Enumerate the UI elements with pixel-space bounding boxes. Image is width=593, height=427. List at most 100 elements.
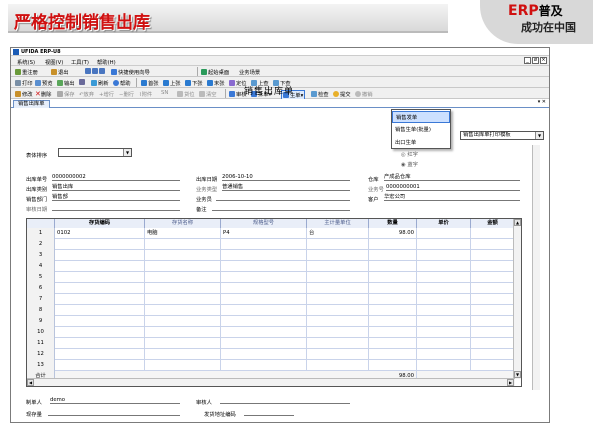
cell-unit[interactable] [307, 338, 369, 349]
biz-type-field[interactable]: 普通销售 [222, 184, 350, 191]
next-record-button[interactable]: 下张 [185, 79, 203, 87]
cell-spec[interactable] [221, 316, 307, 327]
cell-amount[interactable] [471, 327, 515, 338]
cell-name[interactable]: 电脑 [145, 228, 221, 239]
cell-qty[interactable] [369, 338, 417, 349]
last-record-button[interactable]: 末张 [207, 79, 225, 87]
exit-button[interactable]: 退出 [51, 68, 69, 76]
cell-spec[interactable] [221, 338, 307, 349]
red-radio[interactable]: ◎ 红字 [401, 150, 418, 158]
cell-price[interactable] [417, 294, 471, 305]
cell-name[interactable] [145, 294, 221, 305]
add-row-button[interactable]: +增行 [99, 90, 114, 98]
cell-name[interactable] [145, 239, 221, 250]
cell-unit[interactable] [307, 261, 369, 272]
save-button[interactable]: 保存 [57, 90, 75, 98]
first-record-button[interactable]: 首张 [141, 79, 159, 87]
revoke-button[interactable]: 撤销 [355, 90, 373, 98]
cell-qty[interactable] [369, 239, 417, 250]
menu-tools[interactable]: 工具(T) [71, 58, 89, 66]
cell-price[interactable] [417, 228, 471, 239]
cell-unit[interactable] [307, 327, 369, 338]
sn-button[interactable]: SN [161, 90, 168, 96]
col-qty[interactable]: 数量 [369, 219, 417, 228]
cell-price[interactable] [417, 360, 471, 371]
col-item-name[interactable]: 存货名称 [145, 219, 221, 228]
grid-vertical-scrollbar[interactable]: ▲ ▼ [513, 219, 521, 379]
delete-button[interactable]: ✕删除 [35, 90, 51, 98]
cell-price[interactable] [417, 283, 471, 294]
cell-unit[interactable]: 台 [307, 228, 369, 239]
cell-price[interactable] [417, 261, 471, 272]
delete-row-button[interactable]: −删行 [119, 90, 134, 98]
cell-amount[interactable] [471, 228, 515, 239]
cell-code[interactable] [55, 272, 145, 283]
cell-code[interactable] [55, 338, 145, 349]
biz-no-field[interactable]: 0000000001 [386, 184, 520, 191]
cell-name[interactable] [145, 250, 221, 261]
table-row[interactable]: 5 [27, 272, 515, 283]
table-row[interactable]: 9 [27, 316, 515, 327]
grid-horizontal-scrollbar[interactable]: ◀ ▶ [27, 378, 515, 386]
cell-spec[interactable] [221, 349, 307, 360]
cell-qty[interactable] [369, 250, 417, 261]
out-type-field[interactable]: 销售出库 [52, 184, 180, 191]
col-item-code[interactable]: 存货编码 [55, 219, 145, 228]
table-row[interactable]: 7 [27, 294, 515, 305]
cell-code[interactable] [55, 316, 145, 327]
clerk-field[interactable] [216, 194, 350, 201]
cell-qty[interactable] [369, 272, 417, 283]
cell-spec[interactable] [221, 360, 307, 371]
prev-record-button[interactable]: 上张 [163, 79, 181, 87]
cell-amount[interactable] [471, 272, 515, 283]
cell-code[interactable] [55, 305, 145, 316]
cell-amount[interactable] [471, 250, 515, 261]
cell-spec[interactable] [221, 294, 307, 305]
biz-scene-button[interactable]: 业务场景 [239, 68, 260, 76]
cell-spec[interactable] [221, 283, 307, 294]
cell-code[interactable] [55, 283, 145, 294]
col-price[interactable]: 单价 [417, 219, 471, 228]
cell-name[interactable] [145, 327, 221, 338]
cell-qty[interactable] [369, 261, 417, 272]
preview-button[interactable]: 预览 [35, 79, 53, 87]
cell-code[interactable] [55, 349, 145, 360]
cell-qty[interactable] [369, 316, 417, 327]
cell-code[interactable] [55, 250, 145, 261]
col-spec[interactable]: 规格型号 [221, 219, 307, 228]
cell-name[interactable] [145, 261, 221, 272]
cell-qty[interactable] [369, 305, 417, 316]
tab-close-icon[interactable]: ▾ ✕ [538, 99, 546, 105]
cell-qty[interactable]: 98.00 [369, 228, 417, 239]
cell-amount[interactable] [471, 305, 515, 316]
tab-sales-outbound[interactable]: 销售出库单 [13, 100, 50, 108]
grid-icon-button[interactable] [79, 79, 86, 86]
cell-code[interactable]: 0102 [55, 228, 145, 239]
cell-qty[interactable] [369, 349, 417, 360]
table-row[interactable]: 2 [27, 239, 515, 250]
sort-select[interactable]: ▼ [58, 148, 132, 157]
scroll-down-icon[interactable]: ▼ [514, 371, 521, 378]
menu-item-sales-order[interactable]: 销售发单 [392, 111, 450, 123]
form-vertical-scrollbar[interactable] [532, 145, 540, 390]
window-restore-icon[interactable]: ø [532, 57, 539, 64]
cell-unit[interactable] [307, 272, 369, 283]
chevron-down-icon[interactable]: ▼ [123, 149, 131, 156]
scroll-up-icon[interactable]: ▲ [514, 219, 521, 226]
cell-price[interactable] [417, 305, 471, 316]
cell-spec[interactable] [221, 250, 307, 261]
table-row[interactable]: 1 0102 电脑 P4 台 98.00 [27, 228, 515, 239]
table-row[interactable]: 13 [27, 360, 515, 371]
menu-view[interactable]: 视图(V) [45, 58, 63, 66]
cell-amount[interactable] [471, 294, 515, 305]
cell-amount[interactable] [471, 338, 515, 349]
cell-spec[interactable]: P4 [221, 228, 307, 239]
cell-spec[interactable] [221, 327, 307, 338]
cell-amount[interactable] [471, 283, 515, 294]
menu-help[interactable]: 帮助(H) [97, 58, 116, 66]
edit-button[interactable]: 修改 [15, 90, 33, 98]
chevron-down-icon[interactable]: ▼ [535, 132, 543, 139]
scroll-left-icon[interactable]: ◀ [27, 379, 34, 386]
cell-price[interactable] [417, 338, 471, 349]
cell-unit[interactable] [307, 239, 369, 250]
